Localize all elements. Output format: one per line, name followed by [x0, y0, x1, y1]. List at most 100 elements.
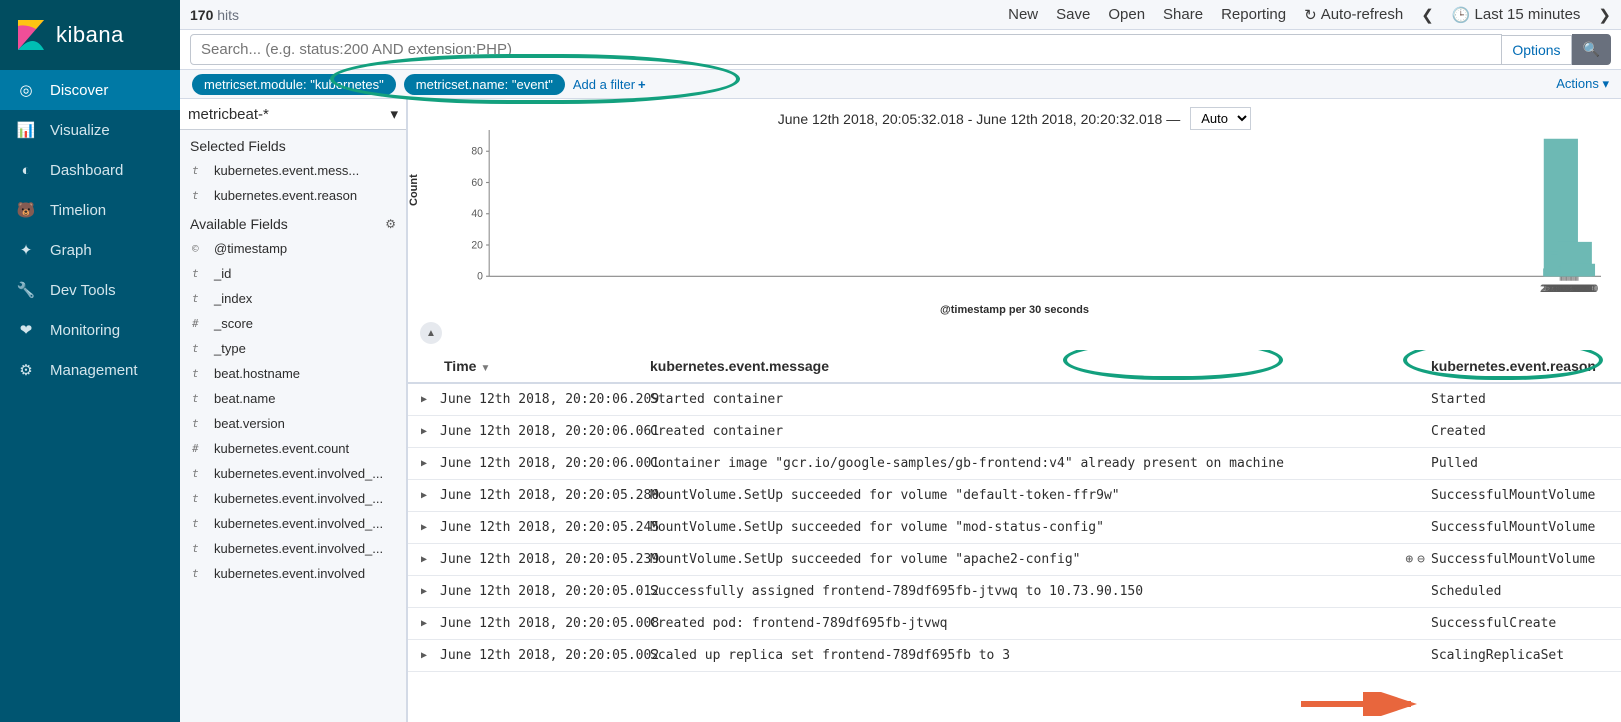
sidebar-item-dev-tools[interactable]: 🔧Dev Tools — [0, 270, 180, 310]
cell-time: June 12th 2018, 20:20:05.245 — [440, 520, 650, 535]
sidebar-item-discover[interactable]: ◎Discover — [0, 70, 180, 110]
col-header-reason[interactable]: kubernetes.event.reason — [1431, 358, 1621, 374]
col-header-time[interactable]: Time▼ — [440, 358, 650, 374]
expand-row-button[interactable]: ▶ — [408, 650, 440, 661]
selected-fields-title: Selected Fields — [180, 130, 406, 158]
zoom-in-icon[interactable]: ⊕ — [1405, 552, 1413, 567]
table-row[interactable]: ▶June 12th 2018, 20:20:06.209Started con… — [408, 384, 1621, 416]
expand-row-button[interactable]: ▶ — [408, 586, 440, 597]
fields-panel: metricbeat-* ▾ Selected Fields tkubernet… — [180, 99, 408, 722]
field-item[interactable]: tkubernetes.event.involved_... — [180, 536, 406, 561]
field-item[interactable]: tkubernetes.event.involved_... — [180, 461, 406, 486]
actions-dropdown[interactable]: Actions ▾ — [1556, 76, 1609, 92]
field-type-icon: t — [192, 267, 206, 280]
sidebar-item-monitoring[interactable]: ❤Monitoring — [0, 310, 180, 350]
field-item[interactable]: tbeat.version — [180, 411, 406, 436]
search-input[interactable] — [190, 34, 1502, 65]
bear-icon: 🐻 — [16, 200, 36, 220]
sidebar-item-dashboard[interactable]: ◐Dashboard — [0, 150, 180, 190]
brand[interactable]: kibana — [0, 0, 180, 70]
kibana-logo-icon — [16, 18, 46, 52]
table-row[interactable]: ▶June 12th 2018, 20:20:05.012Successfull… — [408, 576, 1621, 608]
sidebar-item-visualize[interactable]: 📊 Visualize — [0, 110, 180, 150]
field-item[interactable]: t _id — [180, 261, 406, 286]
cell-time: June 12th 2018, 20:20:06.061 — [440, 424, 650, 439]
cell-message: MountVolume.SetUp succeeded for volume "… — [650, 488, 1431, 503]
field-item[interactable]: tkubernetes.event.involved — [180, 561, 406, 586]
compass-icon: ◎ — [16, 80, 36, 100]
sort-desc-icon: ▼ — [480, 363, 490, 374]
share-button[interactable]: Share — [1163, 6, 1203, 23]
filter-pill[interactable]: metricset.name: "event" — [404, 74, 565, 95]
nav-label: Monitoring — [50, 322, 120, 339]
nav-label: Dashboard — [50, 162, 123, 179]
sidebar: kibana ◎Discover 📊 Visualize ◐Dashboard🐻Tim… — [0, 0, 180, 722]
add-filter-button[interactable]: Add a filter + — [573, 77, 646, 92]
field-item[interactable]: tkubernetes.event.involved_... — [180, 486, 406, 511]
field-item[interactable]: tkubernetes.event.reason — [180, 183, 406, 208]
row-actions[interactable]: ⊕ ⊖ — [1405, 552, 1425, 567]
time-prev-button[interactable]: ❮ — [1421, 6, 1434, 24]
field-item[interactable]: ©@timestamp — [180, 236, 406, 261]
table-row[interactable]: ▶June 12th 2018, 20:20:06.061Created con… — [408, 416, 1621, 448]
sidebar-item-management[interactable]: ⚙Management — [0, 350, 180, 390]
field-name: _type — [214, 341, 246, 356]
table-row[interactable]: ▶June 12th 2018, 20:20:05.008Created pod… — [408, 608, 1621, 640]
plus-icon: + — [638, 77, 646, 92]
field-name: _id — [214, 266, 231, 281]
expand-row-button[interactable]: ▶ — [408, 490, 440, 501]
expand-row-button[interactable]: ▶ — [408, 618, 440, 629]
new-button[interactable]: New — [1008, 6, 1038, 23]
field-item[interactable]: t_type — [180, 336, 406, 361]
time-picker[interactable]: 🕒 Last 15 minutes — [1452, 6, 1581, 24]
options-button[interactable]: Options — [1502, 35, 1571, 65]
expand-row-button[interactable]: ▶ — [408, 522, 440, 533]
index-pattern-select[interactable]: metricbeat-* ▾ — [180, 99, 406, 130]
time-next-button[interactable]: ❯ — [1598, 6, 1611, 24]
field-item[interactable]: tbeat.hostname — [180, 361, 406, 386]
collapse-histogram-button[interactable]: ▲ — [420, 322, 442, 344]
table-row[interactable]: ▶June 12th 2018, 20:20:06.001Container i… — [408, 448, 1621, 480]
autorefresh-button[interactable]: ↻ Auto-refresh — [1304, 6, 1403, 24]
nav-label: Dev Tools — [50, 282, 116, 299]
zoom-out-icon[interactable]: ⊖ — [1417, 552, 1425, 567]
sidebar-item-graph[interactable]: ✦Graph — [0, 230, 180, 270]
filter-pill[interactable]: metricset.module: "kubernetes" — [192, 74, 396, 95]
field-item[interactable]: tkubernetes.event.involved_... — [180, 511, 406, 536]
field-item[interactable]: t_index — [180, 286, 406, 311]
svg-text:20: 20 — [471, 239, 483, 251]
field-name: kubernetes.event.count — [214, 441, 349, 456]
expand-row-button[interactable]: ▶ — [408, 554, 440, 565]
col-header-message[interactable]: kubernetes.event.message — [650, 358, 1431, 374]
field-item[interactable]: # kubernetes.event.count — [180, 436, 406, 461]
table-row[interactable]: ▶June 12th 2018, 20:20:05.002Scaled up r… — [408, 640, 1621, 672]
topbar: 170 hits New Save Open Share Reporting ↻… — [180, 0, 1621, 30]
table-row[interactable]: ▶June 12th 2018, 20:20:05.245MountVolume… — [408, 512, 1621, 544]
interval-select[interactable]: Auto — [1190, 107, 1251, 130]
nav-label: Visualize — [50, 122, 110, 139]
field-item[interactable]: #_score — [180, 311, 406, 336]
save-button[interactable]: Save — [1056, 6, 1090, 23]
sidebar-item-timelion[interactable]: 🐻Timelion — [0, 190, 180, 230]
reporting-button[interactable]: Reporting — [1221, 6, 1286, 23]
cell-reason: Pulled — [1431, 456, 1621, 471]
cell-message: Created container — [650, 424, 1431, 439]
expand-row-button[interactable]: ▶ — [408, 426, 440, 437]
field-item[interactable]: tkubernetes.event.mess... — [180, 158, 406, 183]
search-button[interactable]: 🔍 — [1572, 34, 1611, 65]
barchart-icon: 📊 — [16, 120, 36, 140]
expand-row-button[interactable]: ▶ — [408, 458, 440, 469]
gear-icon[interactable]: ⚙ — [385, 217, 396, 231]
expand-row-button[interactable]: ▶ — [408, 394, 440, 405]
field-type-icon: # — [192, 442, 206, 455]
cell-message: Successfully assigned frontend-789df695f… — [650, 584, 1431, 599]
table-row[interactable]: ▶June 12th 2018, 20:20:05.239MountVolume… — [408, 544, 1621, 576]
field-item[interactable]: tbeat.name — [180, 386, 406, 411]
open-button[interactable]: Open — [1108, 6, 1145, 23]
table-row[interactable]: ▶June 12th 2018, 20:20:05.280MountVolume… — [408, 480, 1621, 512]
field-name: kubernetes.event.involved_... — [214, 491, 383, 506]
time-range-text: June 12th 2018, 20:05:32.018 - June 12th… — [778, 111, 1180, 127]
histogram-chart[interactable]: Count 02040608020:06:0020:07:0020:08:002… — [408, 130, 1621, 310]
field-type-icon: t — [192, 392, 206, 405]
svg-text:60: 60 — [471, 177, 483, 189]
